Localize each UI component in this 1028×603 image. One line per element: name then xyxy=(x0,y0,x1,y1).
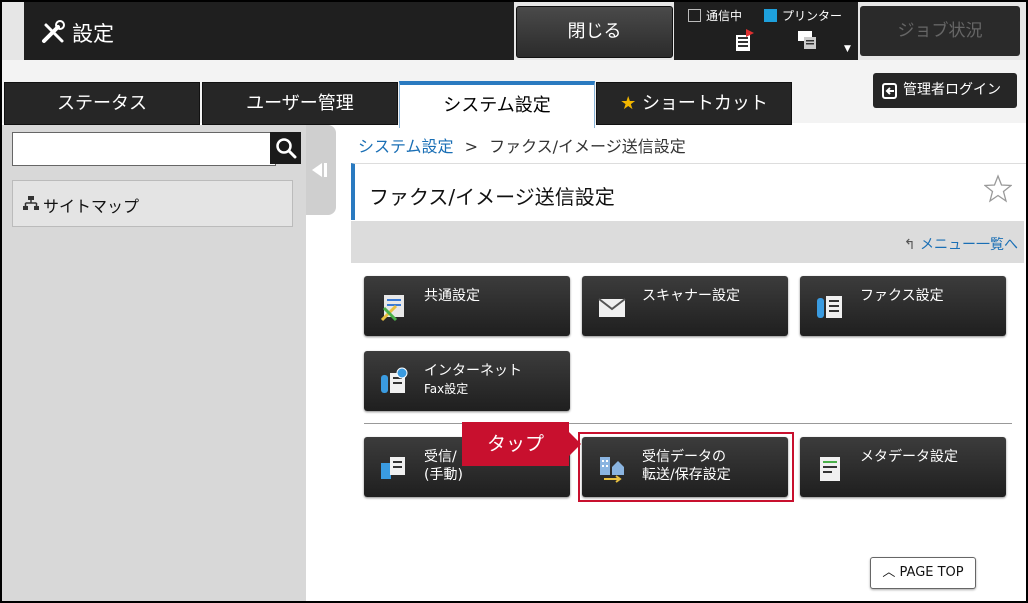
admin-login-button[interactable]: 管理者ログイン xyxy=(873,73,1017,108)
comm-indicator-checkbox xyxy=(688,9,701,22)
tap-callout-arrow xyxy=(569,432,581,456)
tab-shortcut[interactable]: ★ ショートカット xyxy=(596,82,792,125)
fax-job-icon xyxy=(736,29,754,51)
tap-highlight-frame xyxy=(578,432,794,502)
collapse-left-icon xyxy=(312,163,327,177)
printer-indicator xyxy=(764,9,777,22)
status-area: 通信中 プリンター ▼ xyxy=(674,2,858,60)
tab-bar: ステータス ユーザー管理 システム設定 ★ ショートカット 管理者ログイン xyxy=(2,60,1026,128)
internet-fax-icon xyxy=(381,367,408,393)
left-sidebar: サイトマップ xyxy=(2,125,306,601)
receive-icon xyxy=(381,457,405,479)
menu-bar: ↰ メニュー一覧へ xyxy=(351,221,1024,263)
fax-icon xyxy=(817,296,842,318)
settings-header: 設定 xyxy=(24,2,514,60)
job-status-button[interactable]: ジョブ状況 xyxy=(860,6,1020,56)
tile-scanner-settings[interactable]: スキャナー設定 xyxy=(582,276,788,336)
sidebar-collapse-button[interactable] xyxy=(306,125,336,215)
tile-receive-line1: 受信/ xyxy=(424,449,457,465)
app-frame: 設定 閉じる 通信中 プリンター ▼ ジョブ状況 ステータス ユーザー管理 シス… xyxy=(0,0,1028,603)
close-button[interactable]: 閉じる xyxy=(516,6,673,58)
login-icon xyxy=(882,83,897,99)
page-title: ファクス/イメージ送信設定 xyxy=(369,185,615,209)
common-settings-icon xyxy=(380,295,404,322)
tools-icon xyxy=(42,20,65,43)
tile-scanner-settings-label: スキャナー設定 xyxy=(642,288,740,304)
tile-internet-fax-line1: インターネット xyxy=(424,363,522,379)
breadcrumb-current: ファクス/イメージ送信設定 xyxy=(489,137,686,156)
comm-status-label: 通信中 xyxy=(706,9,743,23)
breadcrumb-separator: > xyxy=(464,137,479,156)
menu-list-label: メニュー一覧へ xyxy=(920,237,1018,253)
envelope-icon xyxy=(598,298,626,317)
search-input[interactable] xyxy=(12,132,276,166)
admin-login-label: 管理者ログイン xyxy=(903,82,1001,98)
tile-common-settings[interactable]: 共通設定 xyxy=(364,276,570,336)
menu-list-link[interactable]: ↰ メニュー一覧へ xyxy=(904,234,1018,254)
return-icon: ↰ xyxy=(903,237,916,253)
top-bar: 設定 閉じる 通信中 プリンター ▼ ジョブ状況 xyxy=(2,2,1026,60)
tile-receive-label: 受信/ (手動) xyxy=(424,448,463,484)
tile-internet-fax-settings[interactable]: インターネット Fax設定 xyxy=(364,351,570,411)
breadcrumb-parent-link[interactable]: システム設定 xyxy=(358,137,454,156)
breadcrumb: システム設定 > ファクス/イメージ送信設定 xyxy=(358,133,686,157)
tap-callout: タップ xyxy=(462,422,569,466)
page-header-title: 設定 xyxy=(72,22,114,46)
sitemap-icon xyxy=(23,196,39,210)
tile-common-settings-label: 共通設定 xyxy=(424,288,480,304)
tile-metadata-settings[interactable]: メタデータ設定 xyxy=(800,437,1006,497)
sitemap-link[interactable]: サイトマップ xyxy=(12,180,293,227)
tile-metadata-label: メタデータ設定 xyxy=(860,449,958,465)
search-icon xyxy=(276,138,297,159)
printer-job-icon xyxy=(798,31,816,49)
page-top-label: PAGE TOP xyxy=(899,565,964,580)
tile-fax-settings[interactable]: ファクス設定 xyxy=(800,276,1006,336)
star-icon: ★ xyxy=(620,93,637,114)
metadata-icon xyxy=(820,457,840,481)
tab-status[interactable]: ステータス xyxy=(4,82,200,125)
tile-internet-fax-label: インターネット Fax設定 xyxy=(424,362,522,398)
search-button[interactable] xyxy=(270,132,301,164)
favorite-star-icon[interactable] xyxy=(984,174,1012,204)
tile-fax-settings-label: ファクス設定 xyxy=(860,288,944,304)
tab-system-settings[interactable]: システム設定 xyxy=(399,81,595,128)
chevron-up-icon: ︿ xyxy=(882,565,896,580)
dropdown-arrow-icon[interactable]: ▼ xyxy=(844,44,851,54)
printer-status-label: プリンター xyxy=(782,9,843,23)
page-top-button[interactable]: ︿ PAGE TOP xyxy=(870,557,976,589)
tile-receive-line2: (手動) xyxy=(424,467,463,483)
sitemap-label: サイトマップ xyxy=(43,197,140,216)
tab-user-management[interactable]: ユーザー管理 xyxy=(202,82,398,125)
tab-shortcut-label: ショートカット xyxy=(641,93,768,114)
tile-internet-fax-line2: Fax設定 xyxy=(424,382,469,396)
page-header: ファクス/イメージ送信設定 xyxy=(351,163,1026,220)
